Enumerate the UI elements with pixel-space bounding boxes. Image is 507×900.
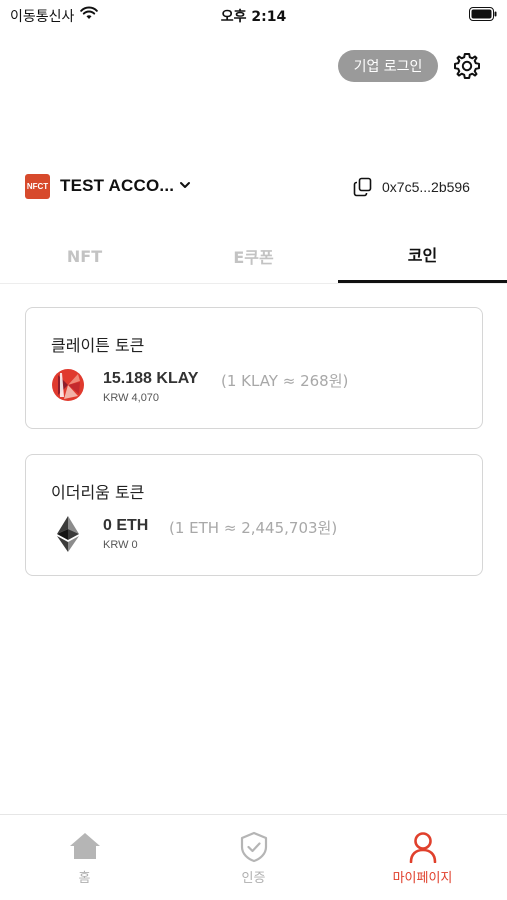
- user-icon: [338, 831, 507, 863]
- coin-exchange-rate: (1 KLAY ≈ 268원): [221, 372, 349, 390]
- coin-amount: 15.188 KLAY: [103, 370, 199, 387]
- ethereum-icon: [51, 515, 85, 552]
- business-login-button[interactable]: 기업 로그인: [338, 50, 438, 82]
- nav-verify[interactable]: 인증: [169, 815, 338, 900]
- coin-card-title: 이더리움 토큰: [51, 483, 145, 502]
- gear-icon[interactable]: [451, 50, 483, 82]
- coin-amount: 0 ETH: [103, 517, 149, 534]
- tab-nft[interactable]: NFT: [0, 228, 169, 284]
- coin-card-ethereum[interactable]: 이더리움 토큰 0 ETH (1 ETH ≈ 2,445,703원) KRW 0: [25, 454, 483, 576]
- copy-icon[interactable]: [353, 177, 373, 202]
- shield-check-icon: [169, 831, 338, 863]
- account-logo: NFCT: [25, 174, 50, 199]
- asset-tabs: NFT E쿠폰 코인: [0, 228, 507, 284]
- nav-mypage-label: 마이페이지: [392, 871, 453, 886]
- chevron-down-icon[interactable]: [178, 178, 192, 197]
- coin-krw-value: KRW 4,070: [103, 392, 160, 404]
- bottom-navigation: 홈 인증 마이페이지: [0, 814, 507, 900]
- nav-mypage[interactable]: 마이페이지: [338, 815, 507, 900]
- status-time: 오후 2:14: [220, 9, 287, 25]
- klaytn-icon: [51, 368, 85, 402]
- battery-icon: [469, 7, 497, 26]
- coin-krw-value: KRW 0: [103, 539, 138, 551]
- coin-card-title: 클레이튼 토큰: [51, 336, 145, 355]
- nav-home[interactable]: 홈: [0, 815, 169, 900]
- coin-card-klaytn[interactable]: 클레이튼 토큰 15.188 KLAY (1 KLAY ≈ 268원) KRW …: [25, 307, 483, 429]
- coin-exchange-rate: (1 ETH ≈ 2,445,703원): [169, 519, 338, 537]
- home-icon: [0, 831, 169, 861]
- tab-ecoupon[interactable]: E쿠폰: [169, 228, 338, 284]
- wallet-address[interactable]: 0x7c5...2b596: [382, 179, 470, 195]
- nav-verify-label: 인증: [241, 871, 266, 886]
- account-name[interactable]: TEST ACCO...: [60, 176, 174, 196]
- nav-home-label: 홈: [78, 871, 91, 886]
- status-bar: 이동통신사 오후 2:14: [0, 0, 507, 28]
- tab-coin[interactable]: 코인: [338, 228, 507, 283]
